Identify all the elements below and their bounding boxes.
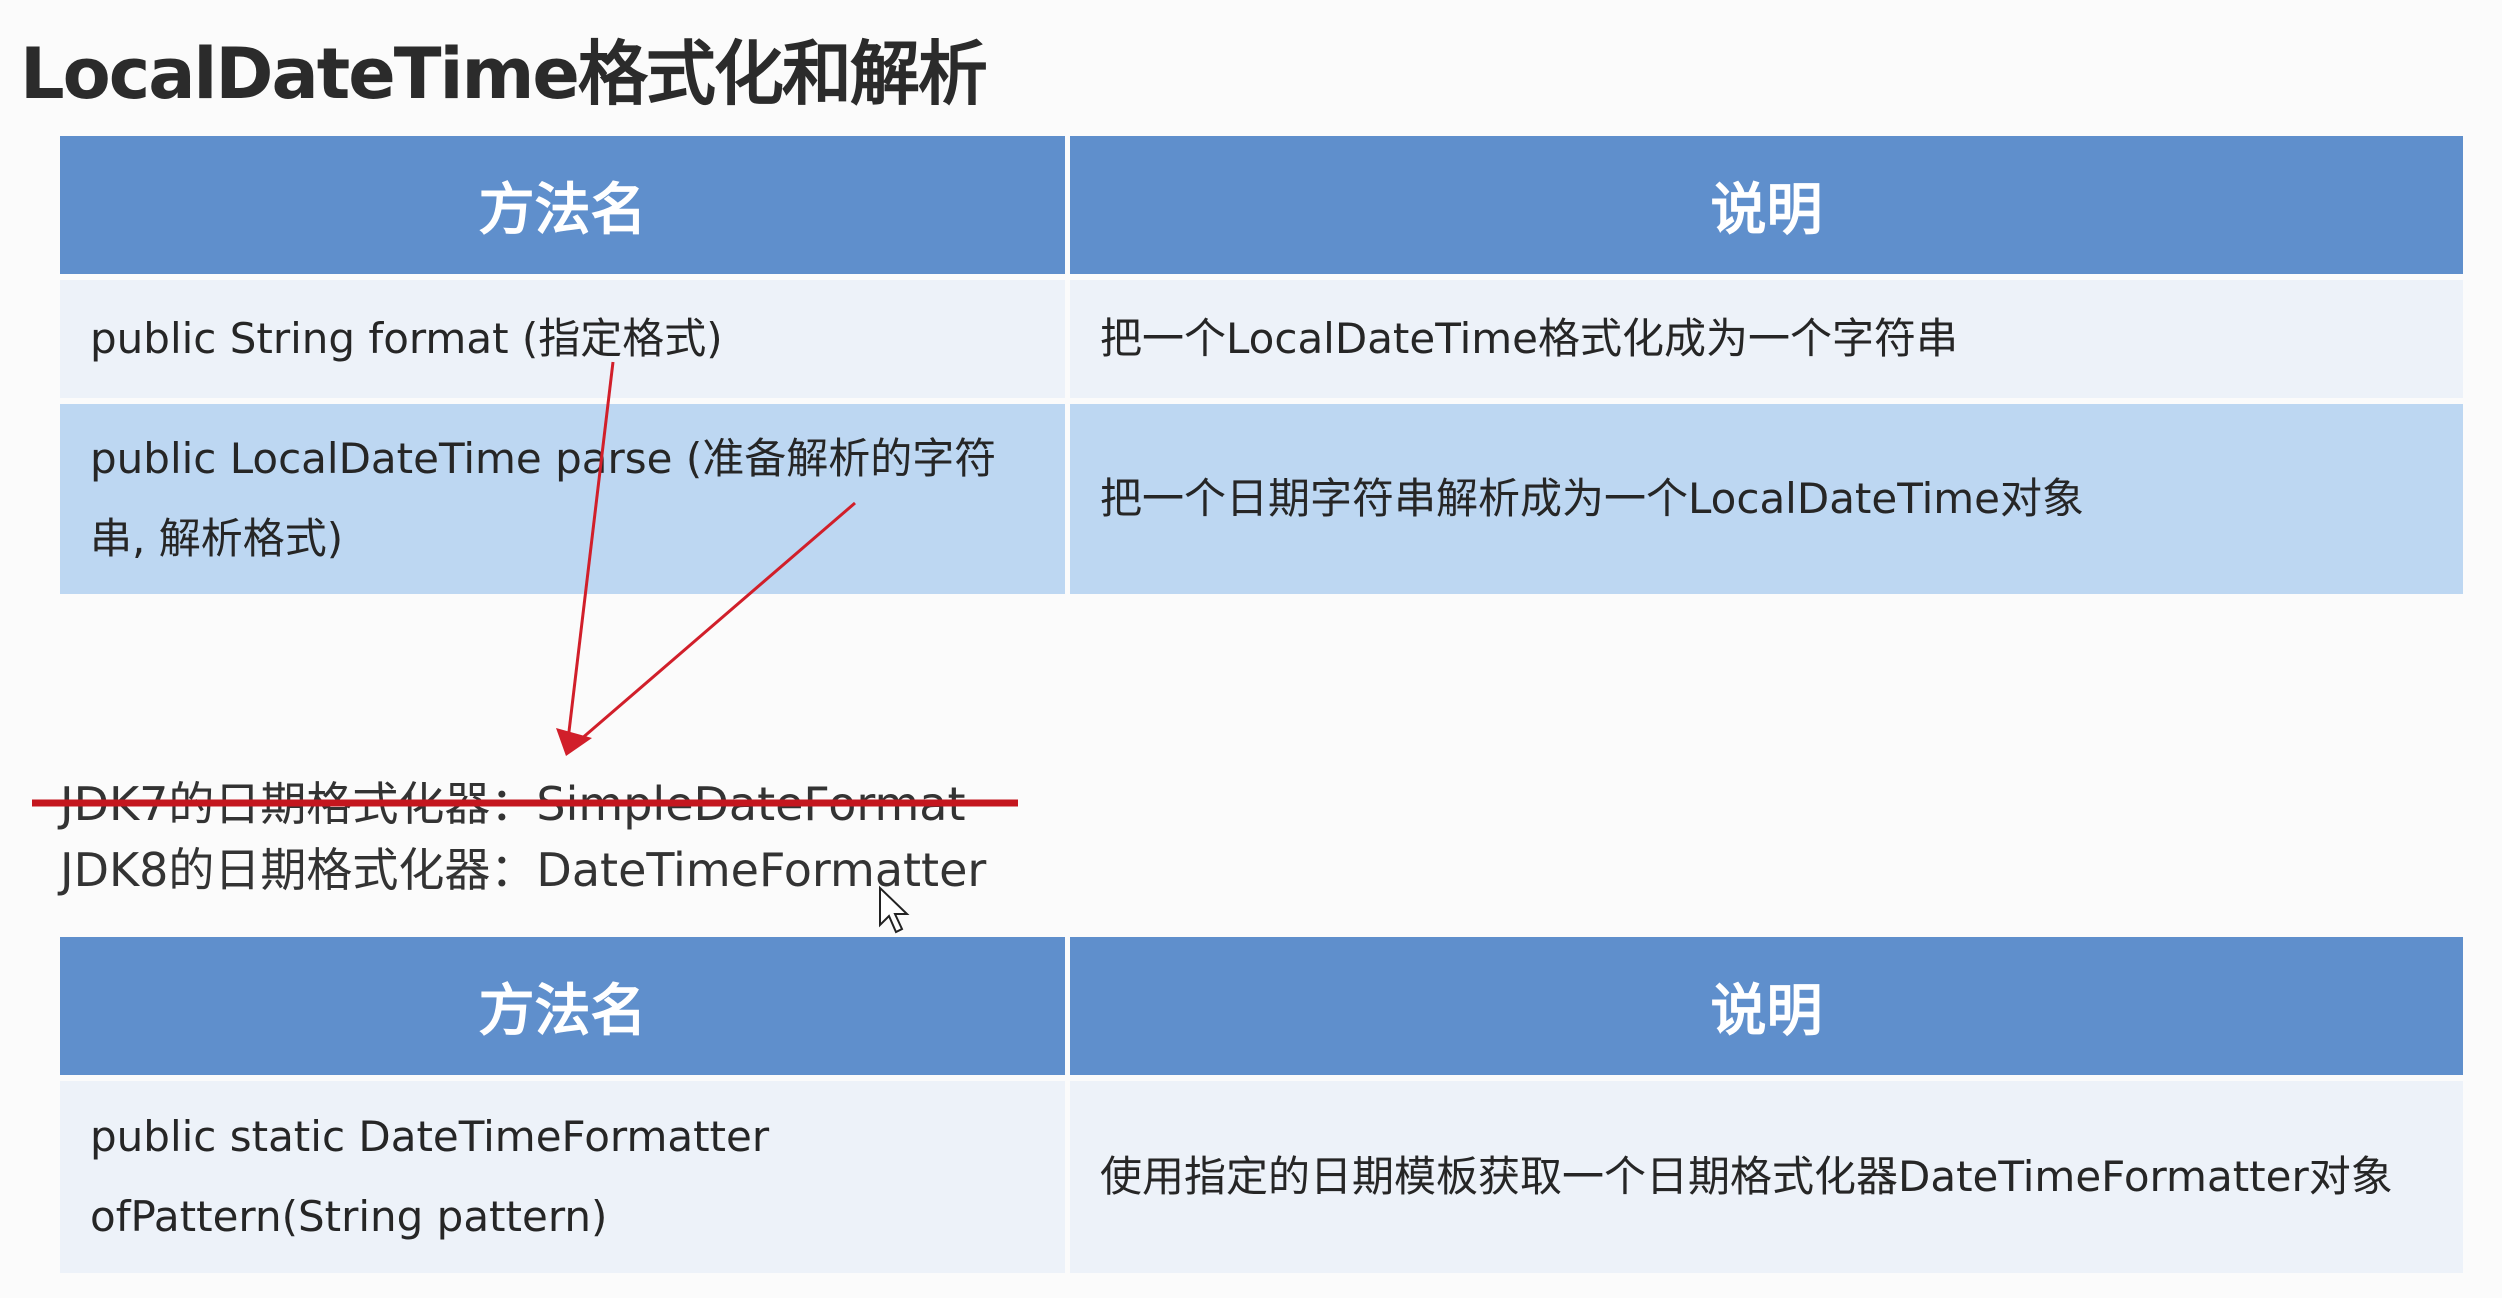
arrowhead-icon xyxy=(556,728,592,756)
annotation-arrow-line xyxy=(566,361,615,741)
mouse-cursor-icon xyxy=(879,885,910,934)
annotation-layer xyxy=(32,361,1018,934)
annotation-arrow-line xyxy=(579,501,856,742)
